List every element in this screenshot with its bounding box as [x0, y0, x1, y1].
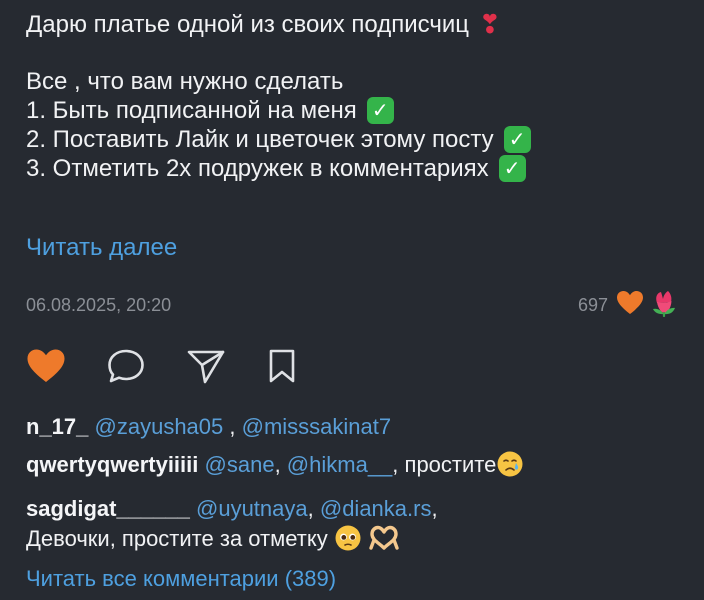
- comment-mention[interactable]: @uyutnaya: [196, 496, 308, 521]
- caption-step: 3. Отметить 2х подружек в комментариях ✓: [26, 154, 531, 183]
- post-actions: [26, 344, 678, 388]
- comments-preview: n_17_ @zayusha05 , @misssakinat7 qwertyq…: [26, 412, 684, 568]
- comment-username[interactable]: n_17_: [26, 414, 88, 439]
- caption-step: 1. Быть подписанной на меня ✓: [26, 96, 531, 125]
- check-mark-icon: ✓: [498, 155, 526, 182]
- caption-step: 2. Поставить Лайк и цветочек этому посту…: [26, 125, 531, 154]
- reactions-summary[interactable]: 697: [578, 289, 678, 322]
- heart-reaction-icon: [616, 290, 644, 321]
- view-all-comments-link[interactable]: Читать все комментарии (389): [26, 566, 336, 592]
- post: Дарю платье одной из своих подписчиц ❣ В…: [0, 0, 704, 600]
- send-icon: [187, 350, 225, 384]
- pleading-face-icon: [334, 524, 362, 560]
- comment-button[interactable]: [106, 348, 146, 384]
- bookmark-icon: [269, 349, 295, 383]
- comment-text: Девочки, простите за отметку: [26, 526, 328, 551]
- comment-text: простите: [404, 452, 497, 477]
- tulip-reaction-icon: [650, 289, 678, 322]
- post-caption: Дарю платье одной из своих подписчиц ❣ В…: [26, 10, 531, 183]
- caption-title-line: Дарю платье одной из своих подписчиц ❣: [26, 10, 531, 39]
- comment-username[interactable]: sagdigat______: [26, 496, 190, 521]
- heart-icon: [27, 349, 65, 382]
- comment-mention[interactable]: @hikma__: [287, 452, 393, 477]
- reactions-count: 697: [577, 294, 608, 315]
- heart-hands-icon: [368, 524, 400, 560]
- comment-item: qwertyqwertyiiiii @sane, @hikma__, прост…: [26, 450, 684, 486]
- caption-title: Дарю платье одной из своих подписчиц: [26, 11, 470, 38]
- bookmark-button[interactable]: [266, 348, 298, 384]
- comment-mention[interactable]: @dianka.rs: [320, 496, 432, 521]
- share-button[interactable]: [186, 348, 226, 384]
- caption-intro: Все , что вам нужно сделать: [26, 68, 344, 95]
- crying-face-icon: [496, 450, 524, 486]
- comment-mention[interactable]: @sane: [205, 452, 275, 477]
- comment-mention[interactable]: @zayusha05: [95, 414, 224, 439]
- check-mark-icon: ✓: [503, 126, 531, 153]
- post-meta: 06.08.2025, 20:20 697: [26, 290, 678, 318]
- like-button[interactable]: [26, 348, 66, 384]
- comment-icon: [108, 349, 144, 383]
- post-date: 06.08.2025, 20:20: [26, 294, 172, 315]
- comment-username[interactable]: qwertyqwertyiiiii: [26, 452, 198, 477]
- comment-item: sagdigat______ @uyutnaya, @dianka.rs, Де…: [26, 494, 684, 560]
- check-mark-icon: ✓: [366, 97, 394, 124]
- comment-mention[interactable]: @misssakinat7: [242, 414, 392, 439]
- heart-exclamation-icon: ❣: [479, 9, 501, 40]
- comment-item: n_17_ @zayusha05 , @misssakinat7: [26, 414, 392, 439]
- read-more-link[interactable]: Читать далее: [26, 234, 177, 262]
